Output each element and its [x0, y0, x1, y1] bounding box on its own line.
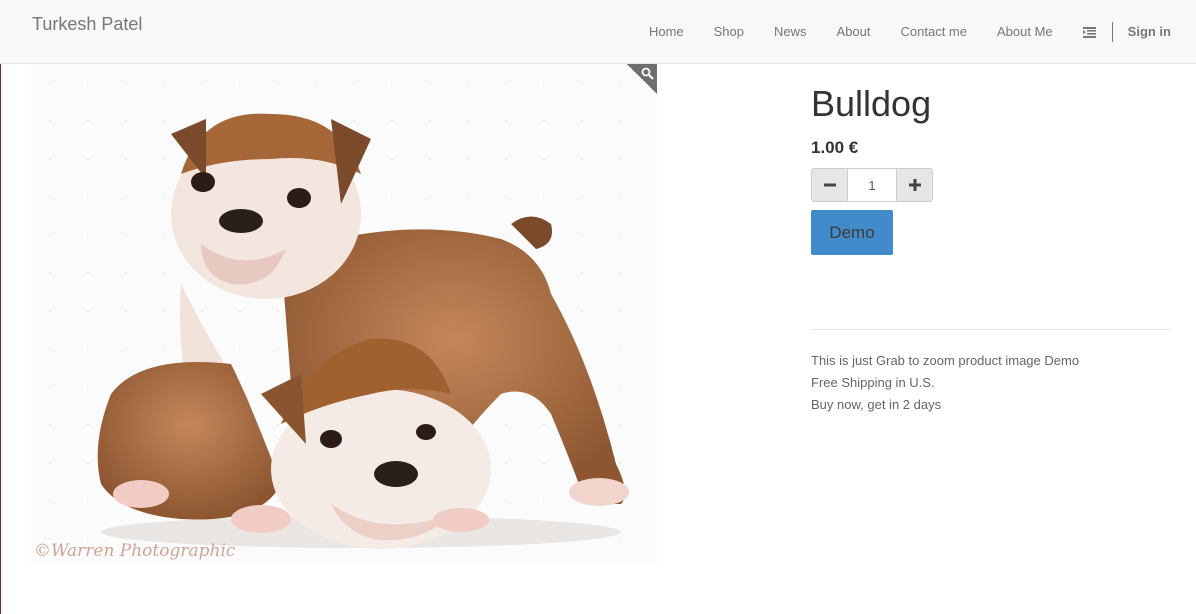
navbar: Turkesh Patel Home Shop News About Conta… — [0, 0, 1196, 64]
window-left-border — [0, 0, 1, 614]
sign-in-link[interactable]: Sign in — [1113, 9, 1196, 55]
nav-shop[interactable]: Shop — [699, 9, 759, 55]
nav-home[interactable]: Home — [634, 9, 699, 55]
magnifier-icon — [641, 67, 654, 80]
minus-icon — [823, 183, 836, 187]
image-watermark: ©Warren Photographic — [34, 541, 236, 561]
brand-link[interactable]: Turkesh Patel — [32, 13, 142, 35]
demo-button[interactable]: Demo — [811, 210, 893, 255]
product-title: Bulldog — [811, 83, 932, 124]
quantity-stepper — [811, 168, 933, 202]
zoom-toggle[interactable] — [627, 64, 657, 94]
nav-about[interactable]: About — [822, 9, 886, 55]
quantity-input[interactable] — [848, 168, 896, 202]
nav-news[interactable]: News — [759, 9, 822, 55]
bulldog-puppies-illustration — [97, 113, 629, 549]
product-info: This is just Grab to zoom product image … — [811, 350, 1079, 416]
product-price: 1.00 € — [811, 138, 859, 157]
info-line: Free Shipping in U.S. — [811, 375, 935, 390]
decrease-quantity-button[interactable] — [811, 168, 848, 202]
list-indent-icon[interactable] — [1068, 9, 1112, 55]
increase-quantity-button[interactable] — [896, 168, 933, 202]
nav-contact-me[interactable]: Contact me — [886, 9, 982, 55]
info-line: Buy now, get in 2 days — [811, 397, 942, 412]
product-image[interactable]: ©Warren Photographic — [31, 64, 657, 564]
info-line: This is just Grab to zoom product image … — [811, 353, 1080, 368]
nav-about-me[interactable]: About Me — [982, 9, 1068, 55]
section-divider — [811, 329, 1171, 330]
plus-icon — [908, 179, 921, 191]
nav-menu: Home Shop News About Contact me About Me… — [634, 0, 1196, 64]
